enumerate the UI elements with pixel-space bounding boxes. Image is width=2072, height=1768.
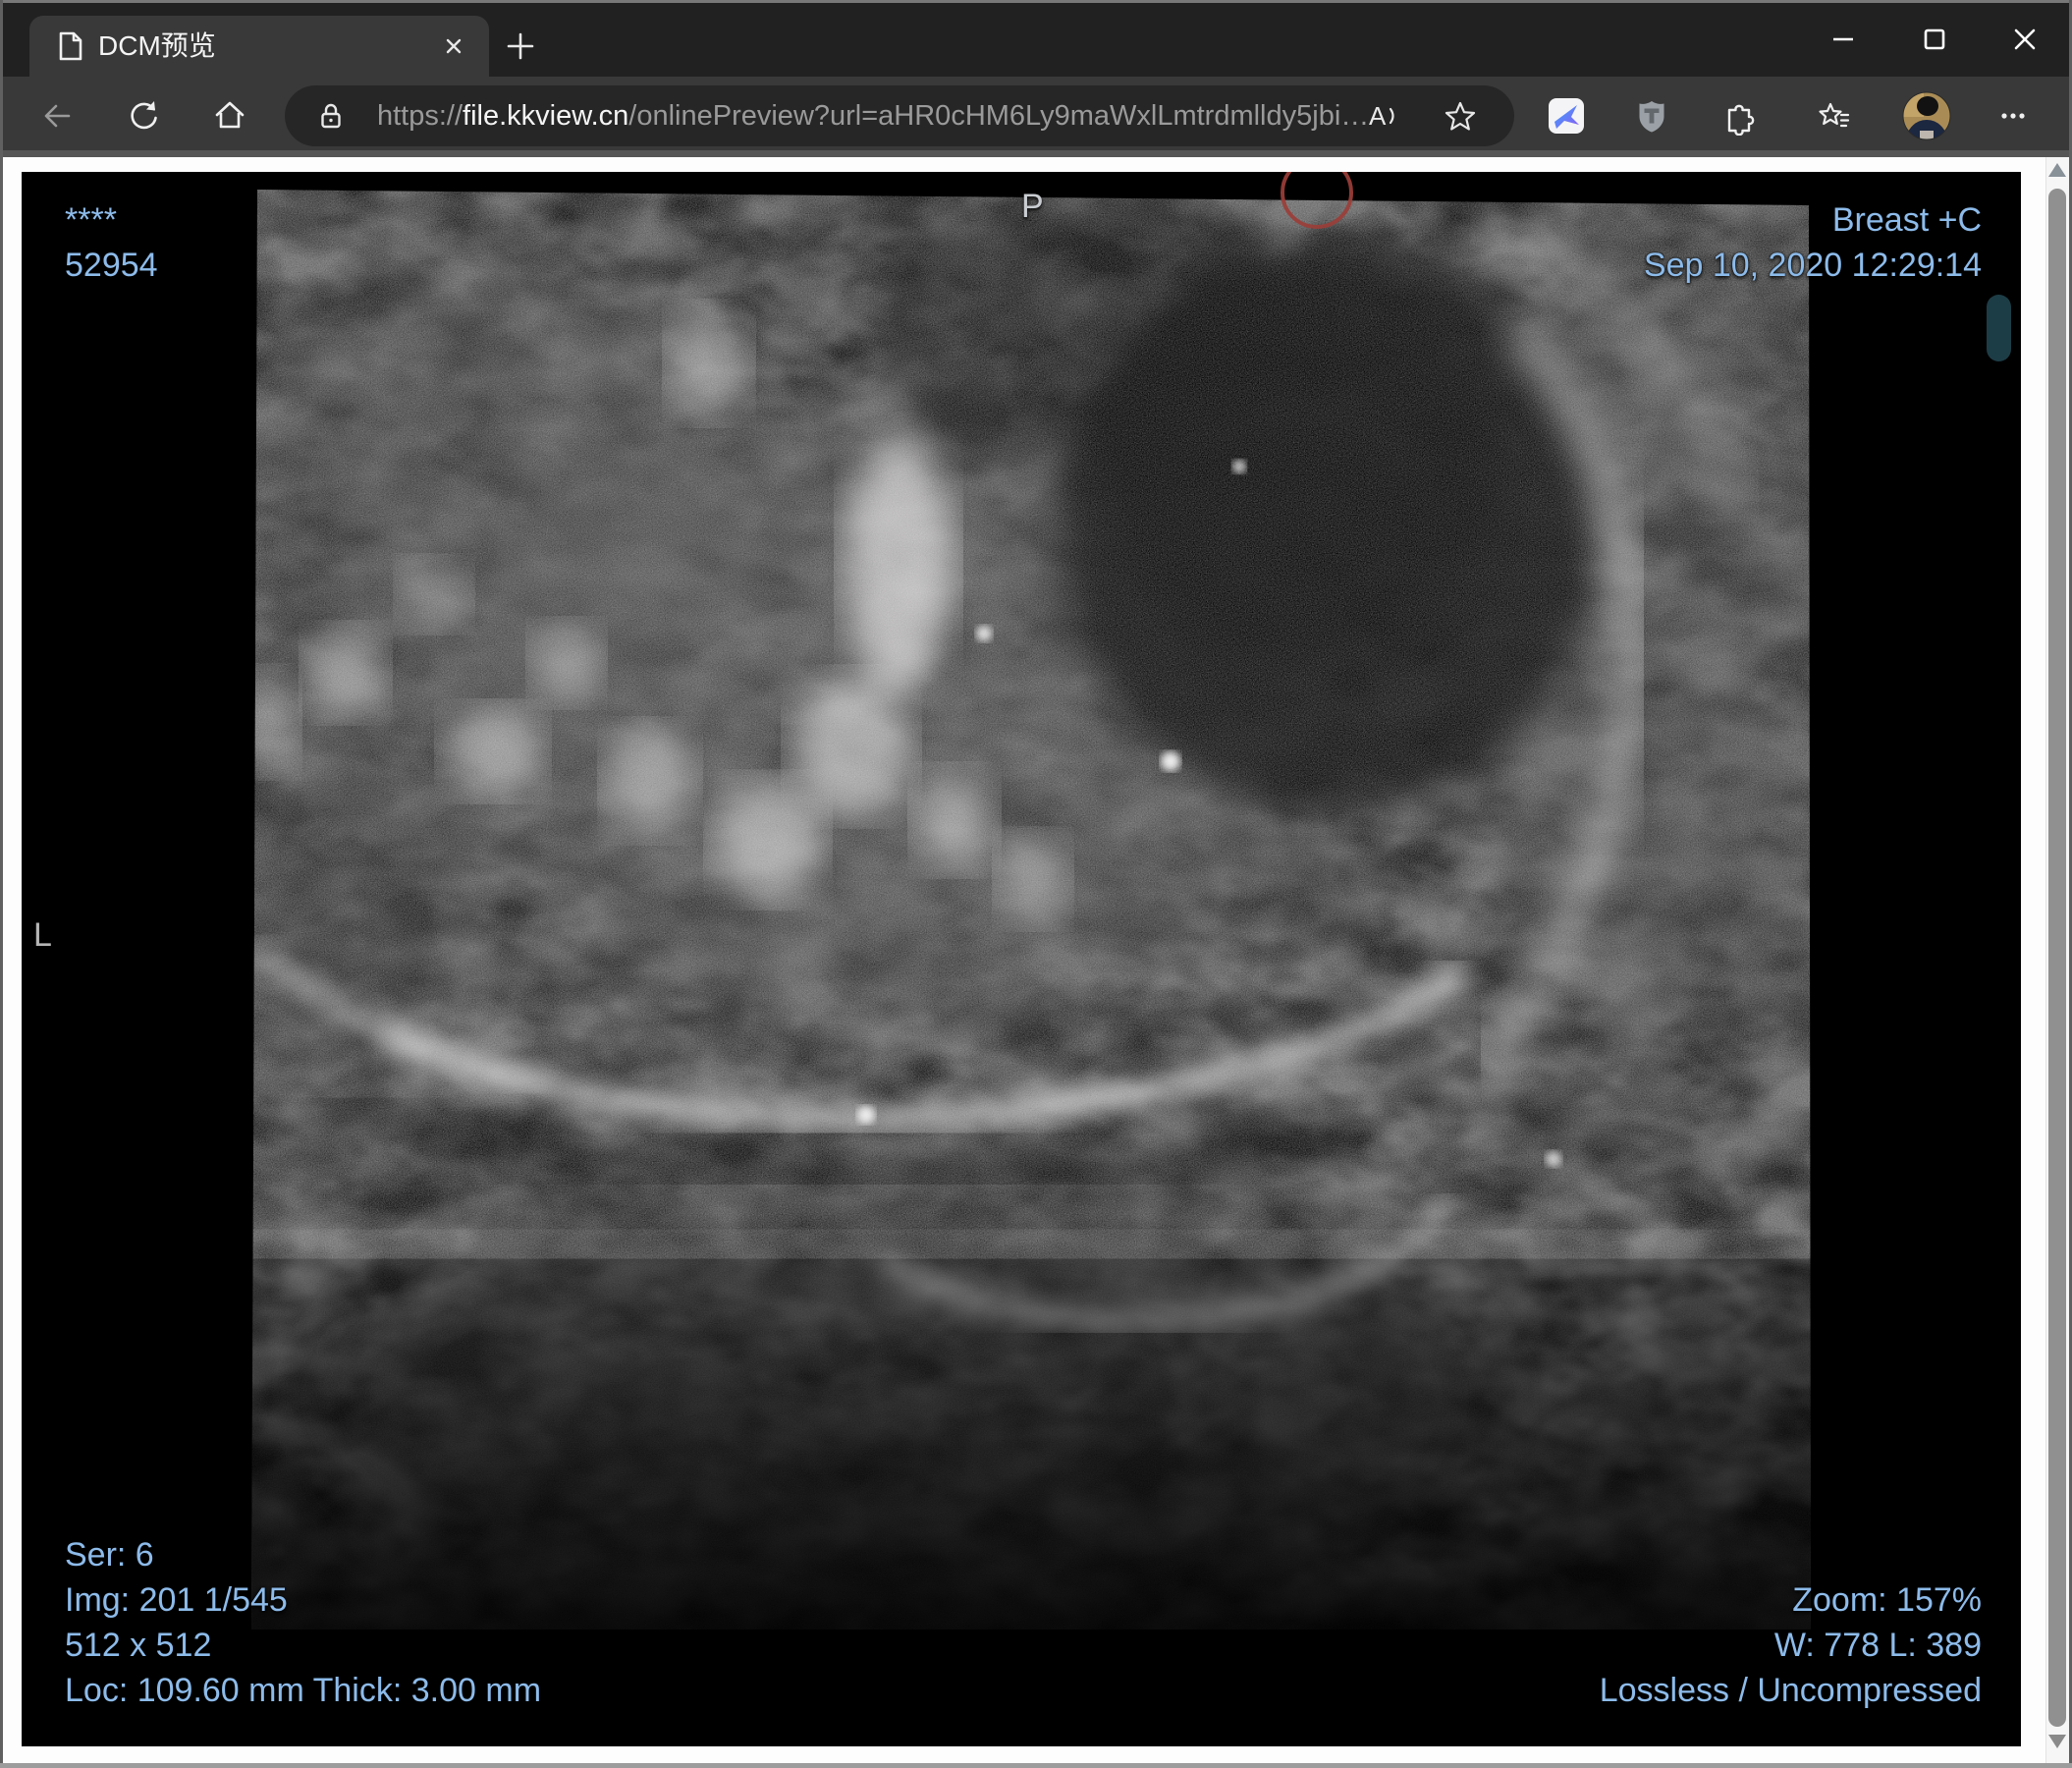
tab-title: DCM预览 [98,30,216,61]
svg-text:A: A [1369,101,1387,131]
url-path: /onlinePreview?url=aHR0cHM6Ly9maWxlLmtrd… [628,100,1370,132]
document-icon [53,29,86,63]
orientation-marker-l: L [33,916,52,954]
zoom-level: Zoom: 157% [1792,1581,1982,1619]
overlay-bottom-left: Ser: 6 Img: 201 1/545 512 x 512 Loc: 109… [65,1532,541,1713]
patient-name-masked: **** [65,201,117,239]
collections-icon[interactable] [1815,96,1854,136]
tab-bar: DCM预览 [0,0,2072,77]
url-text: https://file.kkview.cn/onlinePreview?url… [377,85,1369,146]
minimize-button[interactable] [1821,17,1866,62]
overlay-top-right: Breast +C Sep 10, 2020 12:29:14 [1644,197,1982,288]
slice-location: Loc: 109.60 mm Thick: 3.00 mm [65,1672,542,1709]
series-number: Ser: 6 [65,1536,154,1574]
image-matrix: 512 x 512 [65,1627,212,1664]
lock-icon[interactable] [314,99,348,133]
scroll-up-icon[interactable] [2048,163,2066,177]
read-aloud-icon[interactable]: A [1363,96,1402,136]
navigation-toolbar: https://file.kkview.cn/onlinePreview?url… [0,77,2072,210]
shield-extension-icon[interactable] [1632,96,1671,136]
compression-info: Lossless / Uncompressed [1599,1672,1982,1709]
study-description: Breast +C [1831,201,1982,239]
toolbar-bottom-strip [0,150,2072,157]
new-tab-button[interactable] [503,28,538,64]
favorite-star-icon[interactable] [1441,96,1480,136]
back-icon[interactable] [37,96,77,136]
address-bar[interactable]: https://file.kkview.cn/onlinePreview?url… [285,85,1514,146]
scrollbar-thumb[interactable] [2048,189,2066,1727]
mri-scan-image [22,172,2021,1746]
home-icon[interactable] [210,96,249,136]
window-border-top [0,0,2072,3]
extensions-puzzle-icon[interactable] [1718,96,1758,136]
kite-extension-icon[interactable] [1547,96,1586,136]
window-level: W: 778 L: 389 [1773,1627,1982,1664]
preview-page: **** 52954 Breast +C Sep 10, 2020 12:29:… [0,157,2072,1764]
study-datetime: Sep 10, 2020 12:29:14 [1643,247,1982,284]
window-close-button[interactable] [2002,17,2047,62]
more-icon[interactable] [1993,96,2033,136]
url-host: file.kkview.cn [463,100,629,132]
maximize-button[interactable] [1912,17,1957,62]
image-number: Img: 201 1/545 [65,1581,288,1619]
orientation-marker-p: P [1021,188,1044,225]
window-border-bottom [0,1763,2072,1768]
series-scroll-indicator[interactable] [1987,295,2011,361]
window-border-left [0,0,3,1768]
overlay-bottom-right: Zoom: 157% W: 778 L: 389 Lossless / Unco… [1600,1577,1982,1713]
tab-close-button[interactable] [440,32,467,60]
browser-tab[interactable]: DCM预览 [29,16,489,77]
browser-window: DCM预览 https://file.kkview.cn/onlinePrevi… [0,0,2072,1768]
dicom-viewport[interactable]: **** 52954 Breast +C Sep 10, 2020 12:29:… [22,172,2021,1746]
patient-id: 52954 [65,247,158,284]
avatar[interactable] [1902,91,1951,140]
refresh-icon[interactable] [124,96,163,136]
scroll-down-icon[interactable] [2048,1735,2066,1748]
overlay-top-left: **** 52954 [65,197,158,288]
url-scheme: https:// [377,100,463,132]
